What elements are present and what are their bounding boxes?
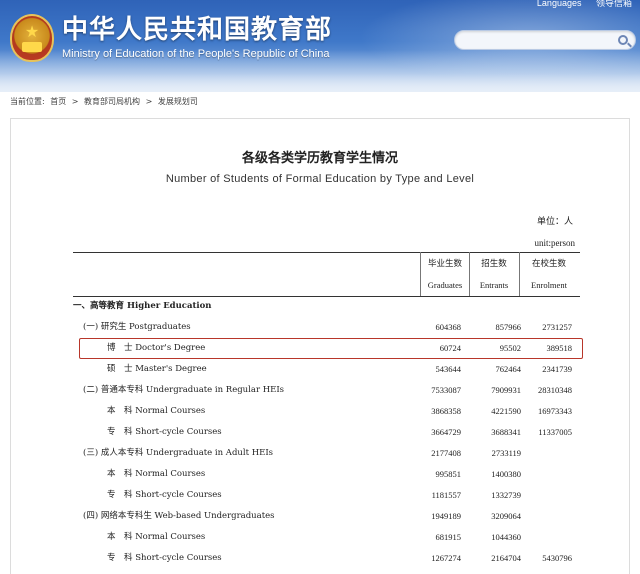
languages-link[interactable]: Languages [537, 0, 582, 8]
breadcrumb-home[interactable]: 首页 [50, 97, 66, 106]
search-box[interactable] [454, 30, 636, 50]
row-label: 专 科 Short-cycle Courses [107, 427, 222, 437]
breadcrumb-separator: > [71, 97, 79, 106]
cell-entrants: 1332739 [491, 490, 521, 500]
row-label: (四) 网络本专科生 Web-based Undergraduates [83, 511, 275, 521]
cell-graduates: 7533087 [431, 385, 461, 395]
table-row: 专 科 Short-cycle Courses 3664729 3688341 … [73, 425, 580, 439]
national-emblem-icon[interactable]: ★ [10, 14, 54, 62]
site-header: ★ 中华人民共和国教育部 Ministry of Education of th… [0, 0, 640, 92]
emblem-gate-icon [22, 42, 42, 52]
leader-mailbox-link[interactable]: 领导信箱 [596, 0, 632, 8]
emblem-star-icon: ★ [24, 22, 40, 41]
cell-graduates: 995851 [435, 469, 462, 479]
document-title: 各级各类学历教育学生情况 [241, 151, 398, 166]
cell-graduates: 3868358 [431, 406, 461, 416]
site-title[interactable]: 中华人民共和国教育部 [62, 16, 332, 44]
document-subtitle: Number of Students of Formal Education b… [165, 173, 475, 185]
row-label: (二) 普通本专科 Undergraduate in Regular HEIs [83, 385, 285, 395]
row-label: 本 科 Normal Courses [107, 406, 206, 416]
cell-enrolment: 11337005 [538, 427, 572, 437]
table-row: 专 科 Short-cycle Courses 1267274 2164704 … [73, 551, 580, 565]
table-header-rule [73, 296, 580, 297]
breadcrumb-planning[interactable]: 发展规划司 [158, 97, 198, 106]
cell-graduates: 1181557 [431, 490, 461, 500]
cell-enrolment: 5430796 [542, 553, 572, 563]
row-label: 专 科 Short-cycle Courses [107, 490, 222, 500]
cell-graduates: 543644 [435, 364, 462, 374]
breadcrumb-prefix: 当前位置: [10, 97, 45, 106]
column-header-enrolment-cn: 在校生数 [531, 259, 566, 269]
section-title: 一、高等教育 Higher Education [73, 301, 212, 311]
column-header-entrants-en: Entrants [479, 280, 509, 290]
cell-graduates: 604368 [435, 322, 462, 332]
column-header-graduates-en: Graduates [427, 280, 463, 290]
table-row: (四) 网络本专科生 Web-based Undergraduates 1949… [73, 509, 580, 523]
table-row: (一) 研究生 Postgraduates 604368 857966 2731… [73, 320, 580, 334]
row-label: 本 科 Normal Courses [107, 532, 206, 542]
cell-entrants: 1044360 [491, 532, 521, 542]
cell-graduates: 1267274 [431, 553, 461, 563]
row-label: 本 科 Normal Courses [107, 469, 206, 479]
highlight-box [79, 338, 583, 359]
column-header-enrolment-en: Enrolment [531, 280, 567, 290]
site-subtitle: Ministry of Education of the People's Re… [62, 48, 330, 60]
table-top-rule [73, 252, 580, 253]
breadcrumb: 当前位置: 首页 > 教育部司局机构 > 发展规划司 [10, 96, 201, 108]
column-divider [519, 252, 520, 296]
cell-entrants: 1400380 [491, 469, 521, 479]
row-label: (三) 成人本专科 Undergraduate in Adult HEIs [83, 448, 274, 458]
cell-enrolment: 2341739 [542, 364, 572, 374]
cell-enrolment: 16973343 [538, 406, 572, 416]
cell-enrolment: 28310348 [538, 385, 572, 395]
unit-label-en: unit:person [534, 238, 576, 248]
cell-enrolment: 2731257 [542, 322, 572, 332]
table-row: 专 科 Short-cycle Courses 1181557 1332739 [73, 488, 580, 502]
row-label: 硕 士 Master's Degree [107, 364, 207, 374]
cell-entrants: 2733119 [491, 448, 521, 458]
row-label: 专 科 Short-cycle Courses [107, 553, 222, 563]
unit-label-cn: 单位：人 [536, 217, 573, 227]
cell-graduates: 2177408 [431, 448, 461, 458]
breadcrumb-separator: > [145, 97, 153, 106]
cell-graduates: 3664729 [431, 427, 461, 437]
table-row: 硕 士 Master's Degree 543644 762464 234173… [73, 362, 580, 376]
top-links: Languages 领导信箱 [525, 0, 632, 9]
table-row: 本 科 Normal Courses 995851 1400380 [73, 467, 580, 481]
table-row: 本 科 Normal Courses 681915 1044360 [73, 530, 580, 544]
table-row: (三) 成人本专科 Undergraduate in Adult HEIs 21… [73, 446, 580, 460]
table-row: (二) 普通本专科 Undergraduate in Regular HEIs … [73, 383, 580, 397]
column-header-entrants-cn: 招生数 [481, 259, 507, 269]
search-input[interactable] [465, 33, 605, 47]
column-header-graduates-cn: 毕业生数 [427, 259, 462, 269]
table-section-row: 一、高等教育 Higher Education [73, 299, 580, 313]
breadcrumb-departments[interactable]: 教育部司局机构 [84, 97, 140, 106]
cell-entrants: 3209064 [491, 511, 521, 521]
cell-graduates: 1949189 [431, 511, 461, 521]
row-label: (一) 研究生 Postgraduates [83, 322, 191, 332]
table-row: 本 科 Normal Courses 3868358 4221590 16973… [73, 404, 580, 418]
search-icon[interactable] [618, 35, 628, 45]
cell-graduates: 681915 [435, 532, 462, 542]
